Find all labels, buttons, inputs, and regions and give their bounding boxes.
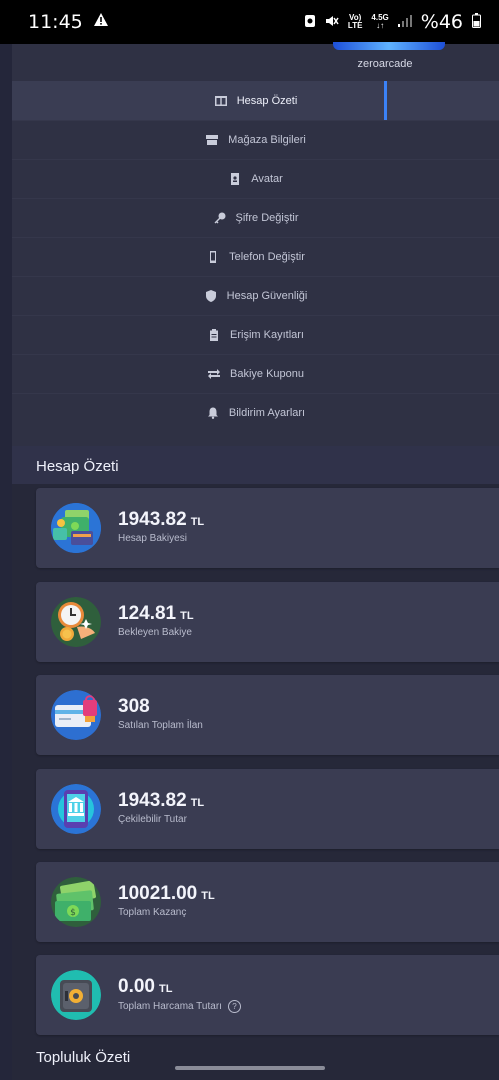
sync-icon [304,14,316,31]
warning-icon [93,12,109,32]
clipboard-icon [207,328,221,342]
menu-item-telefon-degistir[interactable]: Telefon Değiştir [12,237,499,276]
menu-item-hesap-ozeti[interactable]: Hesap Özeti [12,81,499,120]
menu-item-label: Hesap Güvenliği [226,290,308,302]
stat-label: Hesap Bakiyesi [118,533,187,544]
battery-percent: %46 [420,11,463,33]
stat-label: Toplam Kazanç [118,907,187,918]
clock-coins-icon [51,597,101,647]
question-circle-icon[interactable]: ? [227,1000,241,1013]
status-bar: 11:45 Vo) LTE 4.5G ↓↑ %46 [0,0,499,44]
menu-item-avatar[interactable]: Avatar [12,159,499,198]
status-time: 11:45 [28,11,83,33]
stat-label: Toplam Harcama Tutarı? [118,1000,241,1013]
summary-title: Hesap Özeti [36,458,119,475]
battery-icon [472,13,481,31]
home-indicator[interactable] [175,1066,325,1070]
menu-item-label: Hesap Özeti [236,94,298,107]
menu-item-sifre-degistir[interactable]: Şifre Değiştir [12,198,499,237]
volte-icon: Vo) LTE [347,13,363,30]
stat-label: Satılan Toplam İlan [118,720,203,731]
stat-label: Çekilebilir Tutar [118,814,187,825]
menu-item-magaza-bilgileri[interactable]: Mağaza Bilgileri [12,120,499,159]
stat-value: 1943.82 TL [118,790,205,811]
stat-label: Bekleyen Bakiye [118,627,192,638]
signal-icon [397,14,412,30]
store-icon [205,133,219,147]
cash-stack-icon: $ [51,877,101,927]
contact-card-icon [228,172,242,186]
menu-item-label: Telefon Değiştir [229,251,305,263]
left-strip [0,44,12,1080]
stat-card-toplam-kazanc: $ 10021.00 TL Toplam Kazanç [36,862,499,942]
svg-text:$: $ [70,908,76,918]
bell-icon [206,406,220,420]
shopping-card-icon [51,690,101,740]
stat-card-satilan-toplam-ilan: 308 Satılan Toplam İlan [36,675,499,755]
menu-item-hesap-guvenligi[interactable]: Hesap Güvenliği [12,276,499,315]
mute-icon [325,14,339,31]
stat-card-toplam-harcama-tutari: 0.00 TL Toplam Harcama Tutarı? [36,955,499,1035]
status-icons: Vo) LTE 4.5G ↓↑ %46 [304,11,481,33]
menu-item-bakiye-kuponu[interactable]: Bakiye Kuponu [12,354,499,393]
stat-card-hesap-bakiyesi: 1943.82 TL Hesap Bakiyesi [36,488,499,568]
network-4-5g-icon: 4.5G ↓↑ [371,13,389,30]
key-icon [213,211,227,225]
stat-card-cekilebilir-tutar: 1943.82 TL Çekilebilir Tutar [36,769,499,849]
stat-value: 308 [118,696,150,717]
menu-item-label: Bakiye Kuponu [230,368,304,380]
menu-item-label: Erişim Kayıtları [230,329,304,341]
community-title: Topluluk Özeti [36,1049,131,1066]
page-content: zeroarcade Hesap Özeti Mağaza Bilgileri … [0,42,499,1080]
menu-item-label: Şifre Değiştir [235,212,299,224]
menu-item-erisim-kayitlari[interactable]: Erişim Kayıtları [12,315,499,354]
phone-icon [206,250,220,264]
stat-value: 10021.00 TL [118,883,215,904]
stat-card-bekleyen-bakiye: 124.81 TL Bekleyen Bakiye [36,582,499,662]
menu-item-label: Mağaza Bilgileri [228,134,306,146]
bank-phone-icon [51,784,101,834]
menu-item-label: Avatar [251,173,283,185]
stat-value: 1943.82 TL [118,509,205,530]
avatar [333,42,445,50]
username: zeroarcade [357,58,413,70]
columns-icon [214,94,228,108]
exchange-icon [207,367,221,381]
shield-icon [204,289,218,303]
menu-item-label: Bildirim Ayarları [228,407,306,419]
stat-value: 0.00 TL [118,976,173,997]
menu-item-bildirim-ayarlari[interactable]: Bildirim Ayarları [12,393,499,432]
safe-icon [51,970,101,1020]
stat-value: 124.81 TL [118,603,194,624]
wallet-money-icon [51,503,101,553]
